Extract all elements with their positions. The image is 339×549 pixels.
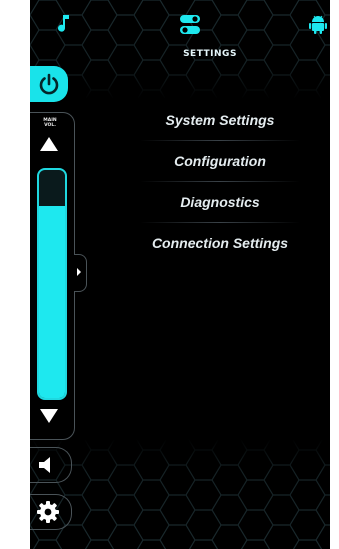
volume-slider[interactable] — [37, 168, 67, 400]
power-button[interactable] — [30, 66, 68, 102]
volume-slider-fill — [39, 206, 65, 398]
menu-item-label: Diagnostics — [180, 194, 260, 210]
triangle-down-icon — [40, 409, 58, 423]
menu-item-label: Connection Settings — [151, 235, 289, 251]
panel-toggle-handle[interactable] — [74, 254, 87, 292]
page-title: SETTINGS — [183, 49, 237, 59]
settings-menu: System Settings Configuration Diagnostic… — [100, 100, 330, 264]
mute-button[interactable] — [30, 447, 72, 483]
menu-item-diagnostics[interactable]: Diagnostics — [100, 182, 330, 223]
settings-toggle-icon[interactable] — [179, 14, 201, 41]
speaker-mute-icon — [39, 457, 50, 473]
menu-item-label: System Settings — [165, 112, 275, 128]
music-note-icon[interactable] — [58, 14, 70, 37]
app-screen: SETTINGS MAIN VOL. System Settings Confi… — [30, 0, 330, 549]
settings-button[interactable] — [30, 494, 72, 530]
menu-item-system-settings[interactable]: System Settings — [100, 100, 330, 141]
volume-label: MAIN VOL. — [43, 118, 57, 128]
menu-item-label: Configuration — [174, 153, 266, 169]
power-icon — [39, 73, 59, 95]
gear-icon — [37, 501, 59, 523]
volume-down-button[interactable] — [39, 408, 59, 429]
chevron-right-icon — [77, 268, 81, 276]
volume-up-button[interactable] — [39, 136, 59, 157]
menu-item-configuration[interactable]: Configuration — [100, 141, 330, 182]
android-icon[interactable] — [309, 14, 327, 39]
menu-item-connection-settings[interactable]: Connection Settings — [100, 223, 330, 264]
triangle-up-icon — [40, 137, 58, 151]
